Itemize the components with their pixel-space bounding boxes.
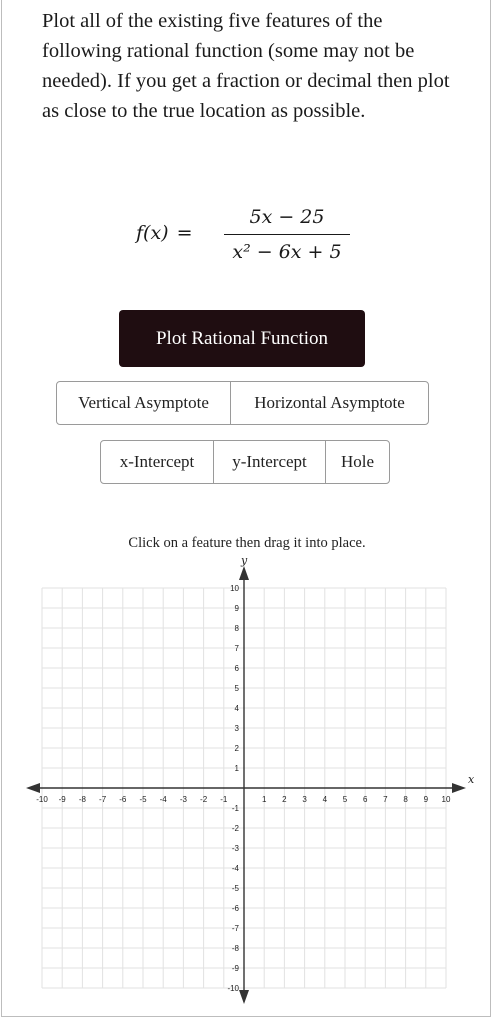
fraction-bar: [224, 234, 350, 235]
x-tick-label: -1: [220, 795, 228, 804]
instruction-text: Click on a feature then drag it into pla…: [128, 535, 366, 551]
y-axis-up-arrow-icon: [239, 566, 249, 580]
hole-button[interactable]: Hole: [326, 441, 389, 483]
numerator: 5x − 25: [249, 206, 325, 228]
y-tick-label: -8: [232, 944, 240, 953]
function-name: f(x): [136, 222, 169, 244]
y-axis-label: y: [240, 554, 248, 567]
y-tick-label: -1: [232, 804, 240, 813]
asymptote-button-group: Vertical Asymptote Horizontal Asymptote: [56, 381, 429, 425]
y-tick-label: 3: [235, 724, 240, 733]
x-tick-label: 5: [343, 795, 348, 804]
vertical-asymptote-button[interactable]: Vertical Asymptote: [57, 382, 231, 424]
equals-sign: =: [176, 222, 193, 244]
y-tick-label: 8: [235, 624, 240, 633]
horizontal-asymptote-button[interactable]: Horizontal Asymptote: [231, 382, 428, 424]
point-feature-button-group: x-Intercept y-Intercept Hole: [100, 440, 390, 484]
x-tick-label: 4: [323, 795, 328, 804]
y-tick-label: 4: [235, 704, 240, 713]
y-tick-label: 10: [230, 584, 239, 593]
x-axis-left-arrow-icon: [26, 783, 40, 793]
coordinate-graph[interactable]: x y -10 -9 -8 -7 -6 -5 -4 -3 -2 -1 1 2 3 4 5 6 7 8 9 10 10 9 8 7 6…: [0, 552, 494, 1012]
question-prompt: Plot all of the existing five features o…: [42, 10, 450, 122]
denominator: x² − 6x + 5: [232, 241, 342, 263]
y-tick-label: -6: [232, 904, 240, 913]
y-tick-label: -2: [232, 824, 240, 833]
y-tick-label: -5: [232, 884, 240, 893]
y-tick-label: 5: [235, 684, 240, 693]
y-tick-label: 6: [235, 664, 240, 673]
x-tick-label: -5: [139, 795, 147, 804]
x-tick-label: 8: [403, 795, 408, 804]
y-intercept-button[interactable]: y-Intercept: [214, 441, 326, 483]
y-tick-label: -10: [227, 984, 239, 993]
x-tick-label: 7: [383, 795, 388, 804]
y-tick-label: -3: [232, 844, 240, 853]
x-tick-label: 10: [442, 795, 451, 804]
x-intercept-button[interactable]: x-Intercept: [101, 441, 214, 483]
y-tick-label: -7: [232, 924, 240, 933]
x-axis-right-arrow-icon: [452, 783, 466, 793]
x-tick-label: 2: [282, 795, 287, 804]
y-tick-label: 9: [235, 604, 240, 613]
x-tick-label: 1: [262, 795, 267, 804]
x-tick-label: -3: [180, 795, 188, 804]
y-axis-down-arrow-icon: [239, 990, 249, 1004]
x-tick-label: 3: [302, 795, 307, 804]
formula-lhs: f(x) =: [136, 222, 193, 244]
x-axis-label: x: [468, 773, 475, 786]
x-tick-label: -9: [59, 795, 67, 804]
x-tick-label: -6: [119, 795, 127, 804]
y-tick-label: 1: [235, 764, 240, 773]
x-tick-label: 9: [424, 795, 429, 804]
x-tick-label: -2: [200, 795, 208, 804]
plot-rational-function-button[interactable]: Plot Rational Function: [119, 310, 365, 367]
fraction: 5x − 25 x² − 6x + 5: [224, 202, 350, 267]
x-tick-label: 6: [363, 795, 368, 804]
y-tick-label: 2: [235, 744, 240, 753]
y-tick-label: -9: [232, 964, 240, 973]
x-tick-label: -7: [99, 795, 107, 804]
x-tick-label: -4: [160, 795, 168, 804]
y-tick-label: -4: [232, 864, 240, 873]
x-tick-label: -8: [79, 795, 87, 804]
y-tick-label: 7: [235, 644, 240, 653]
x-tick-label: -10: [36, 795, 48, 804]
